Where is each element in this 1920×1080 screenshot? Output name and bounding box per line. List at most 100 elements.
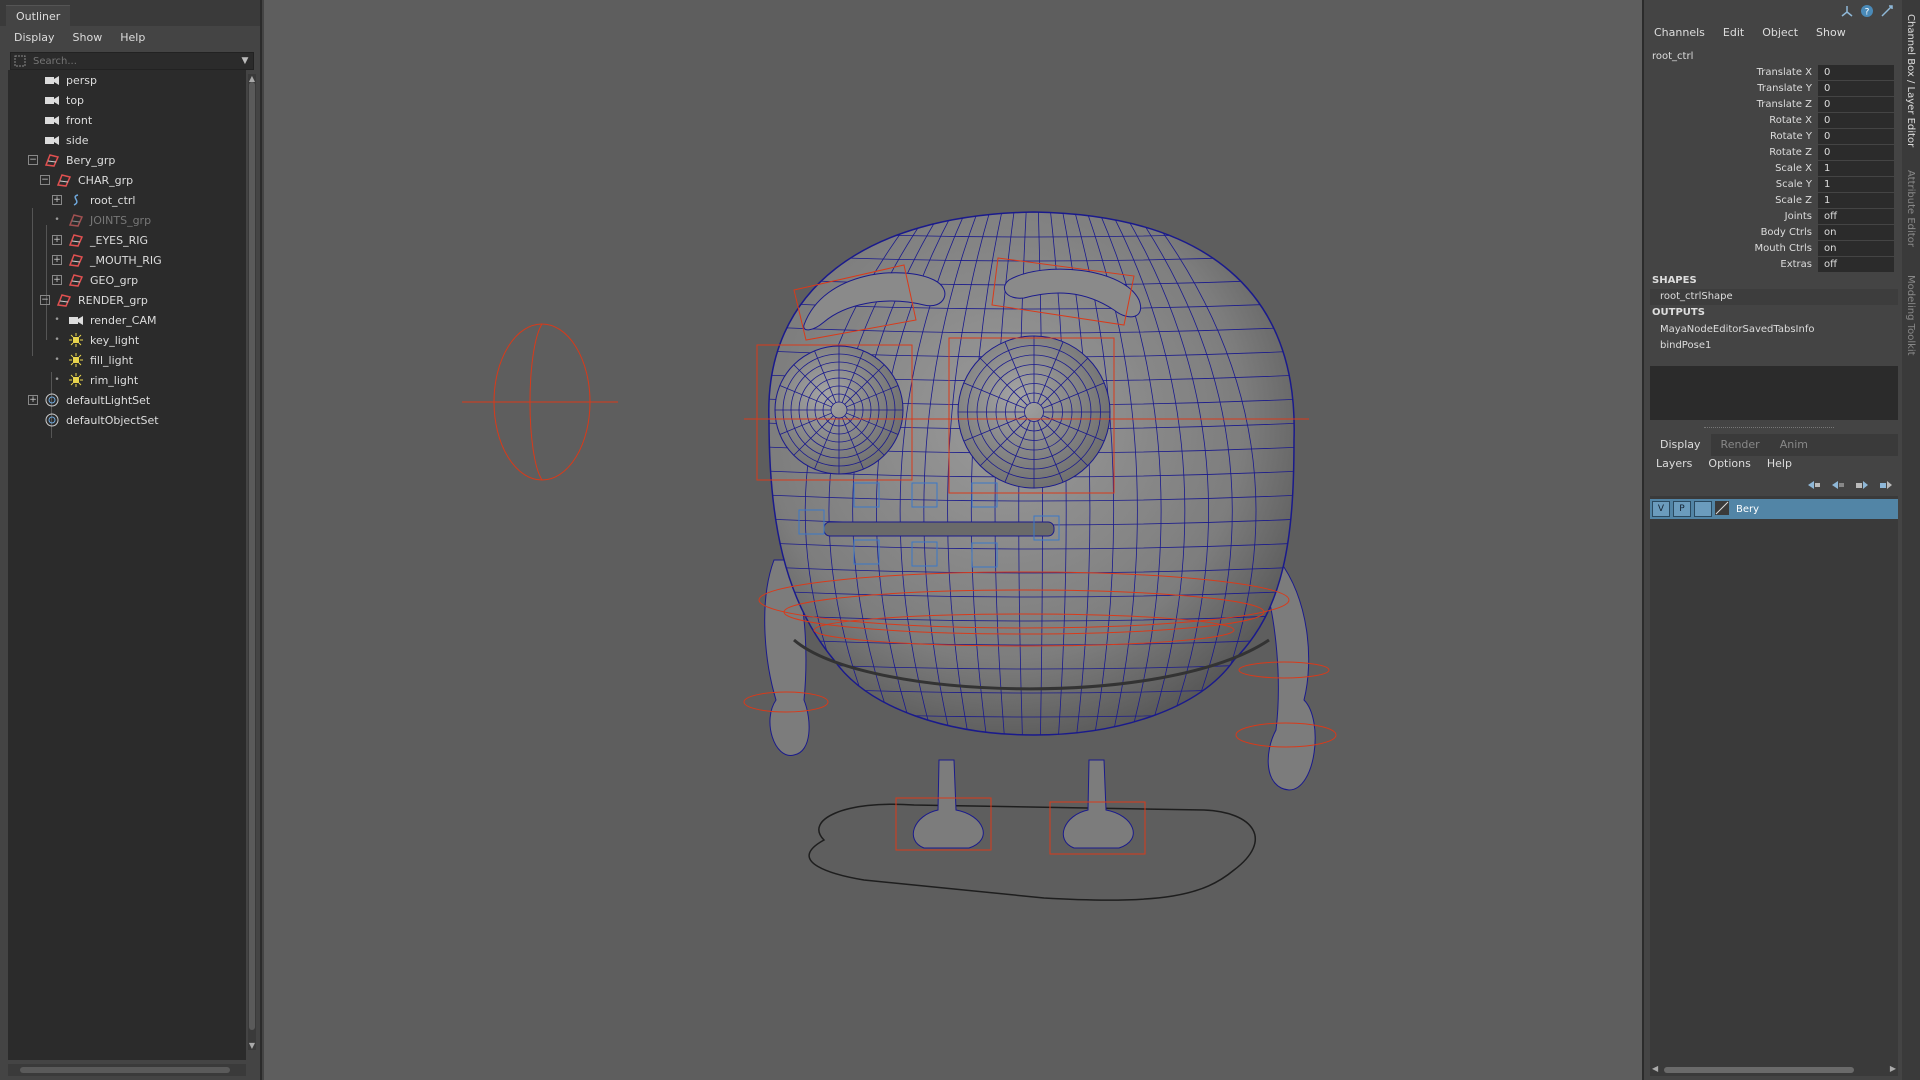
tab-display[interactable]: Display xyxy=(1650,434,1711,456)
outliner-tree[interactable]: persp top front side − Bery_grp − CHAR_g… xyxy=(8,70,246,1060)
menu-show[interactable]: Show xyxy=(1816,26,1846,39)
layer-list-horizontal-scrollbar[interactable]: ◀ ▶ xyxy=(1650,1064,1898,1076)
outliner-item-rim-light[interactable]: • rim_light xyxy=(52,370,138,390)
attr-value[interactable]: 1 xyxy=(1818,176,1894,192)
outliner-item-bery-grp[interactable]: − Bery_grp xyxy=(28,150,115,170)
scroll-right-icon[interactable]: ▶ xyxy=(1890,1064,1896,1073)
outliner-item-side[interactable]: side xyxy=(44,130,89,150)
tab-modeling-toolkit[interactable]: Modeling Toolkit xyxy=(1905,275,1916,356)
new-empty-layer-icon[interactable] xyxy=(1854,478,1870,492)
scroll-left-icon[interactable]: ◀ xyxy=(1652,1064,1658,1073)
collapse-toggle[interactable]: − xyxy=(40,295,50,305)
attr-value[interactable]: off xyxy=(1818,208,1894,224)
chevron-down-icon[interactable]: ▼ xyxy=(237,56,253,66)
attr-scale-y[interactable]: Scale Y1 xyxy=(1644,176,1898,192)
shape-item[interactable]: root_ctrlShape xyxy=(1650,289,1898,305)
display-type-toggle[interactable] xyxy=(1694,501,1712,517)
ground-control-curve[interactable] xyxy=(808,803,1256,901)
attr-translate-z[interactable]: Translate Z0 xyxy=(1644,96,1898,112)
attr-scale-x[interactable]: Scale X1 xyxy=(1644,160,1898,176)
edit-icon[interactable] xyxy=(1880,4,1894,18)
attr-value[interactable]: 0 xyxy=(1818,128,1894,144)
legs-mesh[interactable] xyxy=(912,759,1134,849)
scene-render[interactable] xyxy=(264,0,1642,1080)
3d-viewport[interactable] xyxy=(264,0,1642,1080)
outliner-item-geo-grp[interactable]: + GEO_grp xyxy=(52,270,138,290)
expand-toggle[interactable]: + xyxy=(52,195,62,205)
outliner-item-key-light[interactable]: • key_light xyxy=(52,330,139,350)
attr-value[interactable]: on xyxy=(1818,224,1894,240)
outliner-item-fill-light[interactable]: • fill_light xyxy=(52,350,133,370)
attr-label[interactable]: Mouth Ctrls xyxy=(1644,243,1818,254)
attr-label[interactable]: Translate Y xyxy=(1644,83,1818,94)
outliner-item-default-object-set[interactable]: defaultObjectSet xyxy=(44,410,159,430)
menu-options[interactable]: Options xyxy=(1708,457,1750,470)
attr-joints[interactable]: Joints off xyxy=(1644,208,1898,224)
attr-label[interactable]: Extras xyxy=(1644,259,1818,270)
menu-object[interactable]: Object xyxy=(1762,26,1798,39)
menu-display[interactable]: Display xyxy=(14,31,55,44)
attr-mouth-ctrls[interactable]: Mouth Ctrls on xyxy=(1644,240,1898,256)
tab-anim[interactable]: Anim xyxy=(1770,434,1818,456)
axis-icon[interactable] xyxy=(1840,4,1854,18)
attr-rotate-z[interactable]: Rotate Z0 xyxy=(1644,144,1898,160)
outliner-item-front[interactable]: front xyxy=(44,110,92,130)
new-layer-selected-icon[interactable] xyxy=(1878,478,1894,492)
attr-label[interactable]: Rotate Y xyxy=(1644,131,1818,142)
attr-extras[interactable]: Extras off xyxy=(1644,256,1898,272)
layer-name[interactable]: Bery xyxy=(1736,504,1759,515)
menu-help[interactable]: Help xyxy=(120,31,145,44)
outliner-tab[interactable]: Outliner xyxy=(6,5,71,26)
scrollbar-thumb[interactable] xyxy=(249,82,255,1030)
attr-value[interactable]: 0 xyxy=(1818,96,1894,112)
tab-channel-box-layer-editor[interactable]: Channel Box / Layer Editor xyxy=(1905,14,1916,147)
attr-label[interactable]: Translate X xyxy=(1644,67,1818,78)
menu-layers[interactable]: Layers xyxy=(1656,457,1692,470)
collapse-toggle[interactable]: − xyxy=(40,175,50,185)
attr-label[interactable]: Rotate Z xyxy=(1644,147,1818,158)
menu-show[interactable]: Show xyxy=(73,31,103,44)
outliner-item-render-cam[interactable]: • render_CAM xyxy=(52,310,156,330)
outliner-item-persp[interactable]: persp xyxy=(44,70,97,90)
attr-value[interactable]: 0 xyxy=(1818,64,1894,80)
expand-toggle[interactable]: + xyxy=(52,255,62,265)
outliner-item-eyes-rig[interactable]: + _EYES_RIG xyxy=(52,230,148,250)
move-layer-down-icon[interactable] xyxy=(1830,478,1846,492)
move-layer-up-icon[interactable] xyxy=(1806,478,1822,492)
output-item[interactable]: MayaNodeEditorSavedTabsInfo xyxy=(1660,324,1814,335)
attr-value[interactable]: 1 xyxy=(1818,160,1894,176)
attr-translate-x[interactable]: Translate X0 xyxy=(1644,64,1898,80)
attr-label[interactable]: Translate Z xyxy=(1644,99,1818,110)
menu-channels[interactable]: Channels xyxy=(1654,26,1705,39)
filter-icon[interactable] xyxy=(11,53,29,69)
menu-help[interactable]: Help xyxy=(1767,457,1792,470)
layer-color-swatch-icon[interactable] xyxy=(1715,500,1729,519)
search-input[interactable] xyxy=(29,55,237,67)
attr-label[interactable]: Rotate X xyxy=(1644,115,1818,126)
expand-toggle[interactable]: + xyxy=(52,235,62,245)
outliner-horizontal-scrollbar[interactable] xyxy=(8,1064,246,1076)
attr-value[interactable]: 1 xyxy=(1818,192,1894,208)
layer-row[interactable]: V P Bery xyxy=(1650,499,1898,519)
outliner-item-mouth-rig[interactable]: + _MOUTH_RIG xyxy=(52,250,162,270)
attr-label[interactable]: Joints xyxy=(1644,211,1818,222)
tab-attribute-editor[interactable]: Attribute Editor xyxy=(1905,170,1916,247)
outliner-item-root-ctrl[interactable]: + root_ctrl xyxy=(52,190,136,210)
scroll-down-icon[interactable]: ▼ xyxy=(248,1041,256,1050)
attr-rotate-x[interactable]: Rotate X0 xyxy=(1644,112,1898,128)
attr-rotate-y[interactable]: Rotate Y0 xyxy=(1644,128,1898,144)
layer-list[interactable]: V P Bery xyxy=(1650,496,1898,1070)
outliner-item-default-light-set[interactable]: + defaultLightSet xyxy=(28,390,150,410)
attr-value[interactable]: 0 xyxy=(1818,112,1894,128)
attr-value[interactable]: 0 xyxy=(1818,144,1894,160)
attr-label[interactable]: Scale Y xyxy=(1644,179,1818,190)
tab-render[interactable]: Render xyxy=(1711,434,1770,456)
mouth-mesh[interactable] xyxy=(823,521,1055,537)
outliner-item-top[interactable]: top xyxy=(44,90,84,110)
attr-body-ctrls[interactable]: Body Ctrls on xyxy=(1644,224,1898,240)
menu-edit[interactable]: Edit xyxy=(1723,26,1744,39)
scrollbar-thumb[interactable] xyxy=(20,1067,230,1073)
outliner-vertical-scrollbar[interactable]: ▲ ▼ xyxy=(248,74,256,1050)
outliner-item-joints-grp[interactable]: • JOINTS_grp xyxy=(52,210,151,230)
outliner-item-char-grp[interactable]: − CHAR_grp xyxy=(40,170,133,190)
